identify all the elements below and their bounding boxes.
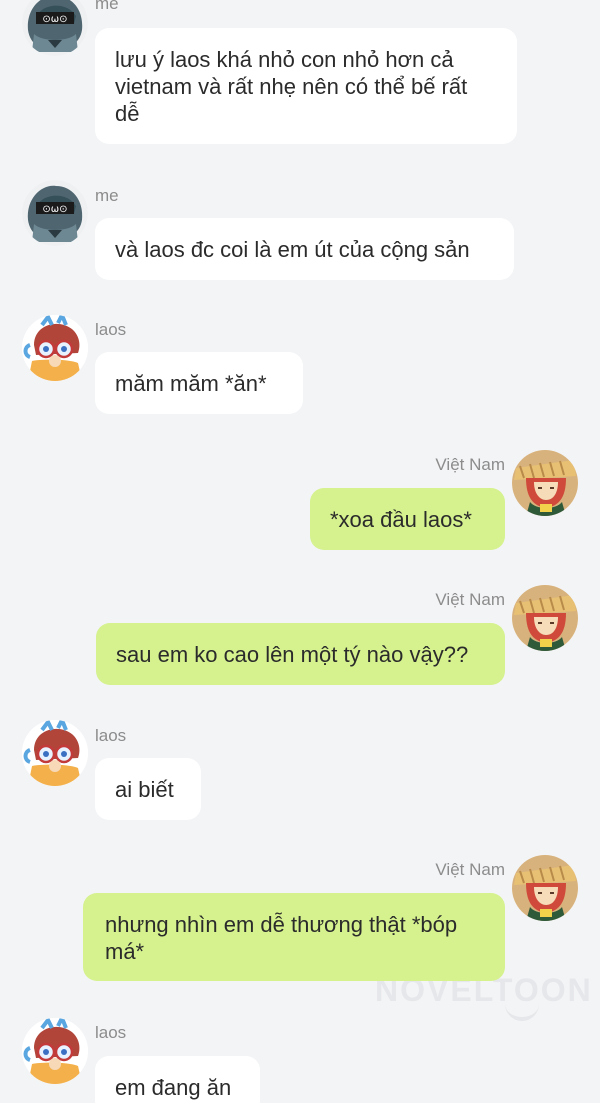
sender-name: Việt Nam: [435, 590, 505, 609]
message-bubble[interactable]: em đang ăn: [95, 1056, 260, 1103]
avatar[interactable]: [22, 1018, 88, 1084]
message-bubble[interactable]: nhưng nhìn em dễ thương thật *bóp má*: [83, 893, 505, 981]
message-bubble[interactable]: măm măm *ăn*: [95, 352, 303, 414]
me-avatar-icon: [22, 180, 88, 246]
sender-name: Việt Nam: [435, 860, 505, 879]
sender-name: laos: [95, 1023, 127, 1042]
vietnam-avatar-icon: [512, 585, 578, 651]
avatar[interactable]: [22, 0, 88, 56]
laos-avatar-icon: [22, 720, 88, 786]
sender-name: Việt Nam: [435, 455, 505, 474]
avatar[interactable]: [22, 180, 88, 246]
message-bubble[interactable]: ai biết: [95, 758, 201, 820]
me-avatar-icon: [22, 0, 88, 56]
watermark-smile-icon: [505, 1003, 539, 1021]
sender-name: laos: [95, 320, 127, 339]
avatar[interactable]: [512, 585, 578, 651]
vietnam-avatar-icon: [512, 855, 578, 921]
sender-name: me: [95, 186, 119, 205]
message-bubble[interactable]: lưu ý laos khá nhỏ con nhỏ hơn cả vietna…: [95, 28, 517, 144]
vietnam-avatar-icon: [512, 450, 578, 516]
message-bubble[interactable]: *xoa đầu laos*: [310, 488, 505, 550]
sender-name: me: [95, 0, 119, 13]
avatar[interactable]: [22, 720, 88, 786]
message-bubble[interactable]: và laos đc coi là em út của cộng sản: [95, 218, 514, 280]
sender-name: laos: [95, 726, 127, 745]
avatar[interactable]: [512, 855, 578, 921]
laos-avatar-icon: [22, 315, 88, 381]
avatar[interactable]: [512, 450, 578, 516]
message-bubble[interactable]: sau em ko cao lên một tý nào vậy??: [96, 623, 505, 685]
laos-avatar-icon: [22, 1018, 88, 1084]
avatar[interactable]: [22, 315, 88, 381]
